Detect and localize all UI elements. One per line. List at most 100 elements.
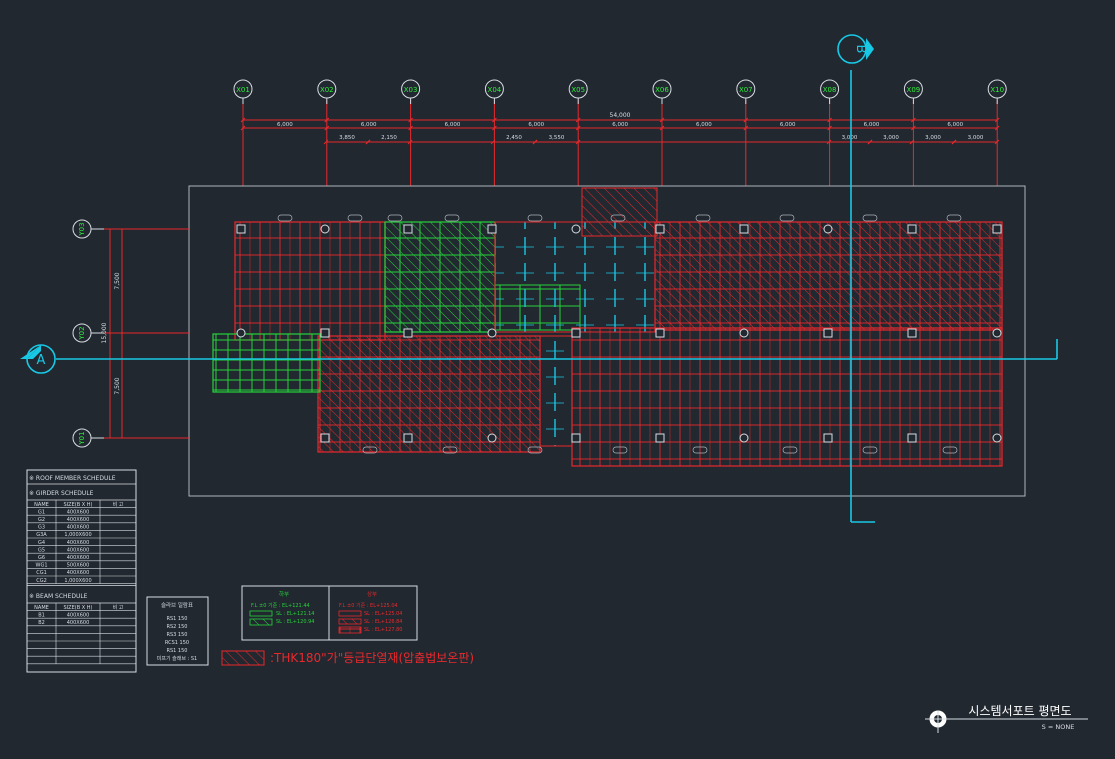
legend-right-swatches <box>338 610 362 634</box>
grid-bubble-x-label: X01 <box>236 86 250 94</box>
dim-row3-label: 3,000 <box>842 135 858 141</box>
table-cell: 1,000X600 <box>64 578 91 584</box>
dim-row3-label: 3,850 <box>339 135 355 141</box>
beam-tag <box>779 214 795 222</box>
left-dimensions <box>104 228 189 439</box>
grid-bubble-x-label: X07 <box>739 86 753 94</box>
beam-tag <box>387 214 403 222</box>
column-marker <box>907 224 917 234</box>
column-marker <box>571 433 581 443</box>
table-cell: G4 <box>38 540 45 546</box>
column-marker <box>823 433 833 443</box>
column-marker <box>739 433 749 443</box>
beam-tag <box>862 214 878 222</box>
dim-total-label: 54,000 <box>610 112 631 119</box>
cad-drawing-canvas[interactable]: 54,000 6,000 6,000 6,000 6,000 6,000 6,000 6,0… <box>0 0 1115 755</box>
column-marker <box>992 433 1002 443</box>
beam-tag <box>946 214 962 222</box>
beam-tag <box>347 214 363 222</box>
column-marker <box>655 328 665 338</box>
legend-left-swatches <box>249 610 273 626</box>
table-cell: 400X600 <box>67 509 90 515</box>
column-marker <box>655 433 665 443</box>
dim-row2-label: 6,000 <box>361 122 377 128</box>
column-marker <box>403 328 413 338</box>
girder-schedule-title: ※ GIRDER SCHEDULE <box>29 490 94 497</box>
dim-row2-label: 6,000 <box>277 122 293 128</box>
dim-row3-label: 3,000 <box>925 135 941 141</box>
dim-row2-label: 6,000 <box>612 122 628 128</box>
table-cell: G5 <box>38 547 45 553</box>
dim-row3-label: 2,150 <box>381 135 397 141</box>
slab-box-line: RS3 150 <box>167 632 188 638</box>
grid-bubble-y-label: Y03 <box>78 222 86 236</box>
grid-bubble-y-label: Y02 <box>78 326 86 340</box>
column-marker <box>992 224 1002 234</box>
legend-right-line: SL : EL+127.80 <box>364 627 402 633</box>
column-marker <box>487 433 497 443</box>
legend-right-line: SL : EL+126.84 <box>364 619 402 625</box>
beam-tag <box>277 214 293 222</box>
insulation-swatch <box>221 650 265 666</box>
column-marker <box>487 224 497 234</box>
roof-member-schedule: ※ ROOF MEMBER SCHEDULE ※ GIRDER SCHEDULE… <box>26 469 137 673</box>
section-marker-b[interactable]: B <box>837 34 874 64</box>
table-cell: 400X600 <box>67 517 90 523</box>
legend-right-line: F.L ±0 기준 : EL+125.04 <box>339 602 398 609</box>
slab-lower-mid-grid <box>318 336 540 452</box>
table-cell: 400X600 <box>67 620 90 626</box>
column-marker <box>907 433 917 443</box>
slab-box-line: 미프기 슬래브 : S1 <box>157 655 197 662</box>
table-cell: B1 <box>38 612 45 618</box>
beam-tag <box>527 214 543 222</box>
legend-right-title: 상부 <box>367 590 377 598</box>
table-cell: G1 <box>38 509 45 515</box>
title-block: 시스템서포트 평면도 S = NONE <box>925 704 1088 733</box>
column-marker <box>320 224 330 234</box>
table-cell: G3 <box>38 525 45 531</box>
column-marker <box>403 433 413 443</box>
column-marker <box>236 224 246 234</box>
table-cell: SIZE(B X H) <box>64 605 93 611</box>
slab-box-line: RS1 150 <box>167 648 188 654</box>
slab-schedule-box: 슬라브 일람표 RS1 150 RS2 150 RS3 150 RCS1 150 RS1… <box>146 596 209 666</box>
column-marker <box>236 328 246 338</box>
column-marker <box>403 224 413 234</box>
beam-schedule-title: ※ BEAM SCHEDULE <box>29 593 88 600</box>
table-cell: 400X600 <box>67 570 90 576</box>
table-cell: G3A <box>36 532 47 538</box>
slab-hatch-top <box>581 187 658 237</box>
section-marker-a[interactable]: A <box>20 344 56 374</box>
girder-table: NAME SIZE(B X H) 비 고 G1 400X600 G2 400X600 G3 40… <box>27 499 136 586</box>
column-marker <box>320 328 330 338</box>
table-cell: 1,000X600 <box>64 532 91 538</box>
slab-green-left <box>212 333 321 393</box>
grid-bubble-x-label: X02 <box>320 86 334 94</box>
legend-left-title: 하부 <box>279 590 289 598</box>
slab-box-lines: RS1 150RS2 150RS3 150RCS1 150RS1 150미프기 … <box>157 616 197 662</box>
grid-bubble-x-label: X06 <box>655 86 669 94</box>
column-marker <box>739 224 749 234</box>
slab-lower-right <box>571 327 1003 467</box>
column-marker <box>739 328 749 338</box>
dim-row-2-labels: 6,000 6,000 6,000 6,000 6,000 6,000 6,000 6,000… <box>277 122 964 128</box>
grid-bubble-x-label: X10 <box>990 86 1004 94</box>
slab-upper-left <box>234 221 386 341</box>
dim-left-lower: 7,500 <box>114 377 121 394</box>
dim-row2-label: 6,000 <box>696 122 712 128</box>
table-cell: G6 <box>38 555 45 561</box>
column-marker <box>571 224 581 234</box>
dim-row3-label: 3,550 <box>549 135 565 141</box>
table-cell: 400X600 <box>67 612 90 618</box>
table-cell: 400X600 <box>67 555 90 561</box>
grid-bubble-x-label: X08 <box>823 86 837 94</box>
column-marker <box>823 328 833 338</box>
dim-row2-label: 6,000 <box>780 122 796 128</box>
table-cell: WG1 <box>36 563 48 569</box>
beam-table: NAME SIZE(B X H) 비 고 B1 400X600 B2 400X600 <box>27 602 136 665</box>
table-cell: NAME <box>34 605 49 611</box>
grid-bubble-x-label: X03 <box>404 86 418 94</box>
slab-lower-cyan <box>539 335 573 447</box>
insulation-note: :THK180"가"등급단열재(압출법보온판) <box>221 650 474 666</box>
table-cell: 비 고 <box>113 604 124 611</box>
